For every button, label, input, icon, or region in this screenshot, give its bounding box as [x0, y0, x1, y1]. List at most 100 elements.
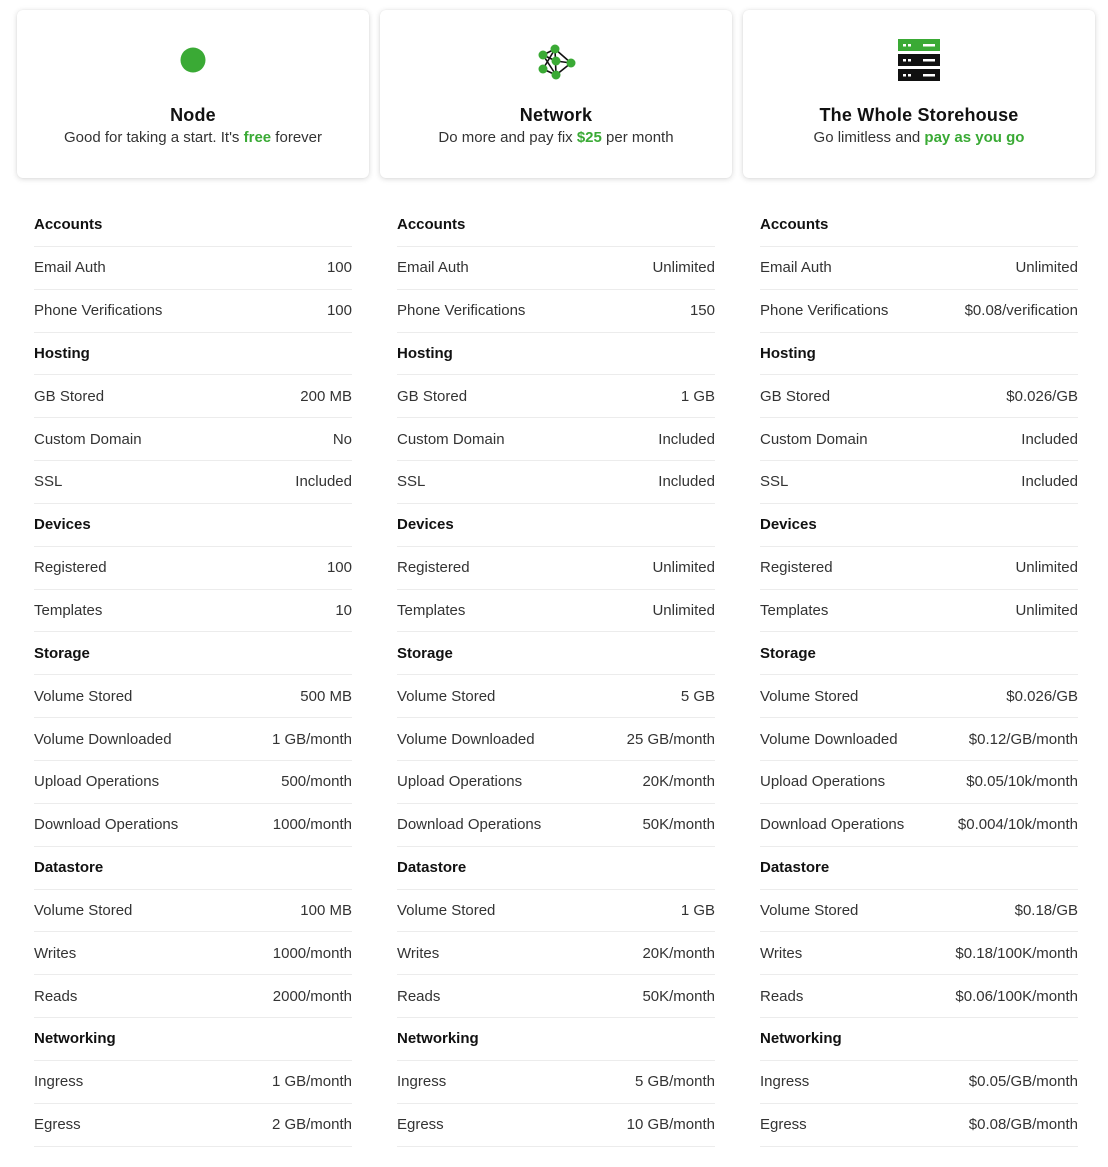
feature-label: Templates	[397, 602, 466, 620]
feature-row: Ingress $0.05/GB/month	[760, 1061, 1078, 1104]
feature-value: $0.026/GB	[1006, 387, 1078, 405]
section-header: Storage	[760, 632, 1078, 676]
feature-row: Egress $0.08/GB/month	[760, 1104, 1078, 1147]
feature-row: Writes $0.18/100K/month	[760, 932, 1078, 976]
feature-value: 1000/month	[272, 816, 352, 834]
feature-row: Writes 1000/month	[34, 932, 352, 976]
feature-row: SSL Included	[760, 461, 1078, 504]
plan-cards: Node Good for taking a start. It's free …	[17, 10, 1095, 178]
feature-value: $0.08/verification	[964, 302, 1078, 320]
section-title: Datastore	[397, 859, 467, 877]
feature-table-network: Accounts Email Auth Unlimited Phone Verific…	[397, 204, 715, 1147]
subtitle-text: per month	[601, 129, 674, 146]
feature-row: Reads 2000/month	[34, 975, 352, 1019]
plan-feature-tables: Accounts Email Auth 100 Phone Verifications…	[34, 204, 1078, 1147]
feature-value: 1 GB	[680, 387, 715, 405]
feature-row: Download Operations 1000/month	[34, 804, 352, 847]
plan-card-network[interactable]: Network Do more and pay fix $25 per mont…	[380, 10, 732, 178]
feature-label: Email Auth	[760, 259, 832, 277]
feature-row: Reads 50K/month	[397, 975, 715, 1019]
feature-value: $0.026/GB	[1006, 687, 1078, 705]
feature-value: 10 GB/month	[626, 1116, 715, 1134]
feature-label: SSL	[760, 473, 789, 491]
feature-label: Volume Stored	[397, 687, 496, 705]
section-title: Networking	[397, 1030, 479, 1048]
feature-label: Volume Stored	[34, 687, 133, 705]
subtitle-text: Do more and pay fix	[438, 129, 577, 146]
feature-row: Volume Downloaded $0.12/GB/month	[760, 718, 1078, 761]
feature-row: GB Stored 200 MB	[34, 375, 352, 419]
feature-label: Phone Verifications	[34, 302, 163, 320]
feature-row: Egress 10 GB/month	[397, 1104, 715, 1147]
feature-row: Writes 20K/month	[397, 932, 715, 976]
section-header: Devices	[397, 504, 715, 547]
feature-value: 1000/month	[272, 944, 352, 962]
feature-value: $0.05/GB/month	[968, 1073, 1078, 1091]
feature-value: Unlimited	[1015, 559, 1078, 577]
feature-label: Volume Stored	[760, 901, 859, 919]
section-header: Hosting	[34, 333, 352, 376]
feature-label: Upload Operations	[397, 773, 523, 791]
feature-row: Templates 10	[34, 590, 352, 633]
section-title: Storage	[34, 644, 90, 662]
section-header: Storage	[34, 632, 352, 676]
feature-value: 100	[326, 302, 352, 320]
plan-card-storehouse[interactable]: The Whole Storehouse Go limitless and pa…	[743, 10, 1095, 178]
subtitle-highlight: pay as you go	[924, 129, 1025, 146]
feature-row: Phone Verifications $0.08/verification	[760, 290, 1078, 333]
feature-table-node: Accounts Email Auth 100 Phone Verifications…	[34, 204, 352, 1147]
feature-row: GB Stored $0.026/GB	[760, 375, 1078, 419]
feature-row: Volume Downloaded 1 GB/month	[34, 718, 352, 761]
feature-value: $0.004/10k/month	[957, 816, 1078, 834]
section-header: Hosting	[760, 333, 1078, 376]
feature-value: Unlimited	[652, 259, 715, 277]
feature-label: GB Stored	[760, 387, 831, 405]
feature-row: Volume Stored 1 GB	[397, 890, 715, 933]
section-header: Networking	[760, 1018, 1078, 1061]
feature-label: Ingress	[34, 1073, 84, 1091]
plan-card-node[interactable]: Node Good for taking a start. It's free …	[17, 10, 369, 178]
section-title: Networking	[760, 1030, 842, 1048]
feature-row: Reads $0.06/100K/month	[760, 975, 1078, 1019]
subtitle-text: forever	[271, 129, 322, 146]
section-header: Datastore	[760, 847, 1078, 890]
feature-value: $0.18/GB	[1014, 901, 1078, 919]
plan-subtitle: Do more and pay fix $25 per month	[380, 129, 732, 146]
feature-value: 100	[326, 559, 352, 577]
dot-icon	[171, 38, 215, 82]
plan-title: Network	[519, 105, 593, 125]
feature-value: Included	[658, 430, 715, 448]
plan-subtitle: Good for taking a start. It's free forev…	[17, 129, 369, 146]
feature-label: Upload Operations	[34, 773, 160, 791]
section-header: Datastore	[34, 847, 352, 890]
feature-value: Unlimited	[652, 559, 715, 577]
feature-value: Included	[295, 473, 352, 491]
section-title: Datastore	[760, 859, 830, 877]
feature-value: 50K/month	[642, 816, 715, 834]
feature-row: Templates Unlimited	[760, 590, 1078, 633]
section-title: Hosting	[34, 344, 90, 362]
feature-label: Volume Downloaded	[760, 730, 898, 748]
feature-label: Download Operations	[34, 816, 179, 834]
feature-row: Custom Domain Included	[760, 418, 1078, 462]
section-header: Storage	[397, 632, 715, 676]
section-title: Hosting	[760, 344, 816, 362]
feature-value: 1 GB/month	[271, 1073, 352, 1091]
feature-value: Unlimited	[652, 602, 715, 620]
feature-label: Writes	[760, 944, 803, 962]
feature-label: Registered	[397, 559, 470, 577]
feature-row: Email Auth Unlimited	[760, 247, 1078, 290]
section-title: Accounts	[397, 216, 466, 234]
feature-label: Volume Stored	[34, 901, 133, 919]
feature-value: $0.18/100K/month	[955, 944, 1078, 962]
feature-label: Egress	[397, 1116, 444, 1134]
feature-label: Download Operations	[760, 816, 905, 834]
feature-row: Egress 2 GB/month	[34, 1104, 352, 1147]
feature-label: Reads	[760, 987, 804, 1005]
feature-label: Writes	[397, 944, 440, 962]
section-title: Devices	[760, 516, 817, 534]
feature-value: Unlimited	[1015, 259, 1078, 277]
feature-label: Volume Downloaded	[397, 730, 535, 748]
feature-value: 20K/month	[642, 773, 715, 791]
feature-label: SSL	[397, 473, 426, 491]
